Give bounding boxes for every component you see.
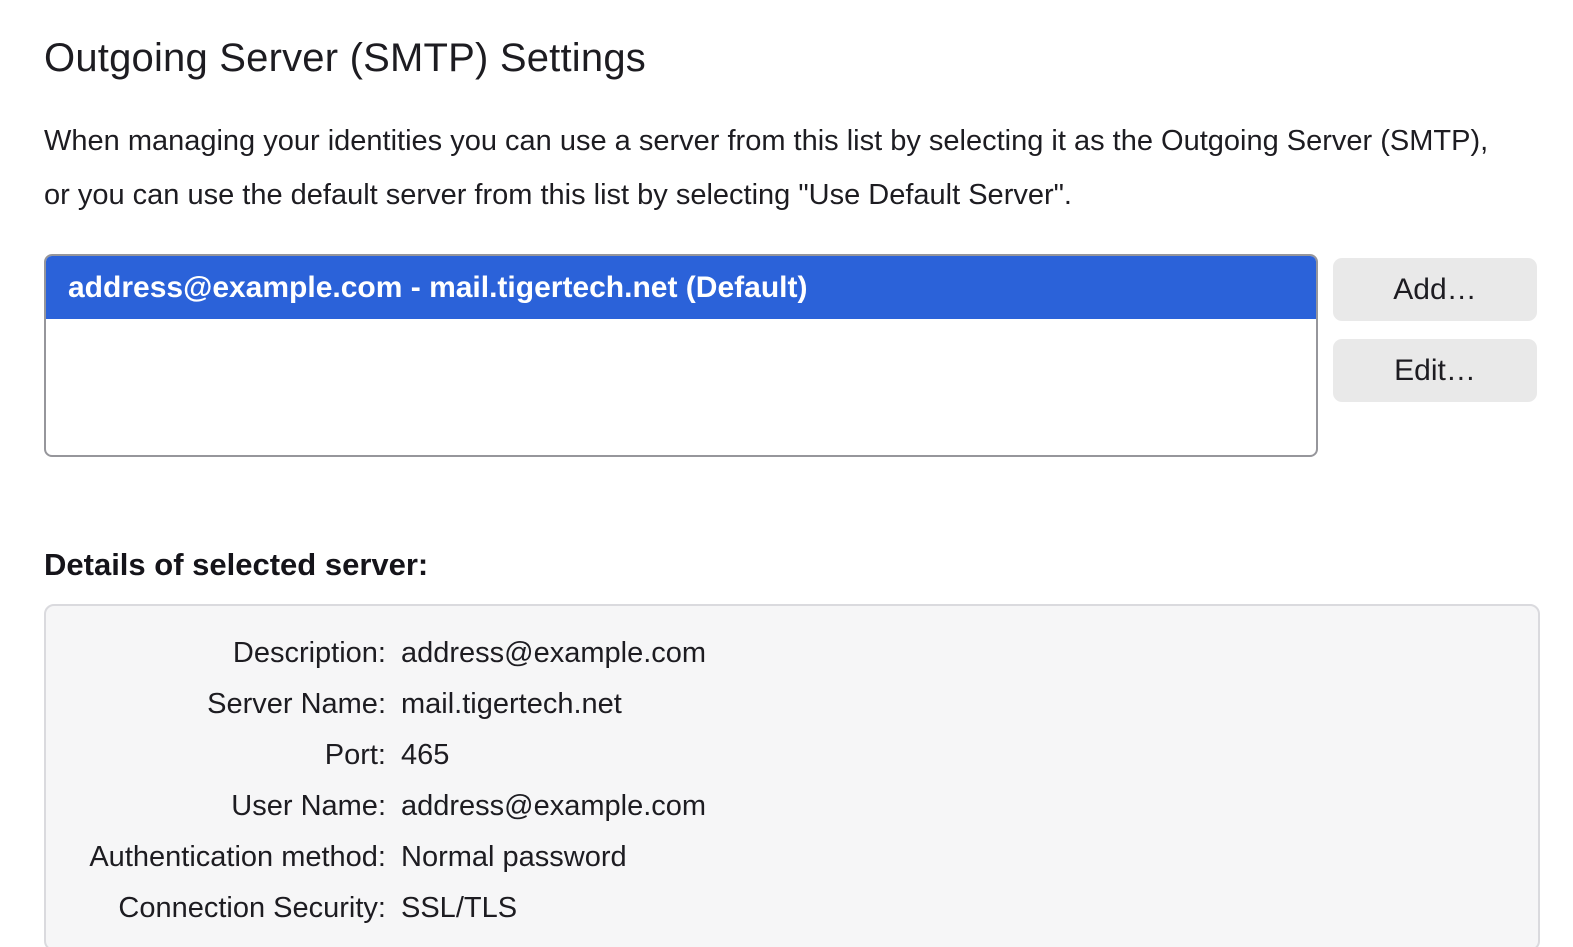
detail-row-server-name: Server Name: mail.tigertech.net bbox=[46, 679, 1538, 730]
add-button[interactable]: Add… bbox=[1333, 258, 1537, 321]
smtp-settings-page: Outgoing Server (SMTP) Settings When man… bbox=[0, 0, 1573, 947]
page-title: Outgoing Server (SMTP) Settings bbox=[44, 36, 1540, 80]
intro-text: When managing your identities you can us… bbox=[44, 114, 1514, 222]
smtp-server-item-selected[interactable]: address@example.com - mail.tigertech.net… bbox=[46, 256, 1316, 319]
detail-value: address@example.com bbox=[401, 790, 706, 823]
detail-value: 465 bbox=[401, 739, 449, 772]
detail-row-port: Port: 465 bbox=[46, 730, 1538, 781]
detail-row-description: Description: address@example.com bbox=[46, 628, 1538, 679]
detail-row-auth-method: Authentication method: Normal password bbox=[46, 832, 1538, 883]
detail-value: Normal password bbox=[401, 841, 627, 874]
detail-value: address@example.com bbox=[401, 637, 706, 670]
detail-row-user-name: User Name: address@example.com bbox=[46, 781, 1538, 832]
detail-label: User Name: bbox=[46, 790, 386, 823]
detail-label: Connection Security: bbox=[46, 892, 386, 925]
smtp-server-listbox[interactable]: address@example.com - mail.tigertech.net… bbox=[44, 254, 1318, 457]
detail-label: Server Name: bbox=[46, 688, 386, 721]
detail-label: Port: bbox=[46, 739, 386, 772]
detail-row-connection-security: Connection Security: SSL/TLS bbox=[46, 883, 1538, 934]
detail-label: Description: bbox=[46, 637, 386, 670]
server-list-row: address@example.com - mail.tigertech.net… bbox=[44, 254, 1540, 457]
details-heading: Details of selected server: bbox=[44, 547, 1540, 583]
edit-button[interactable]: Edit… bbox=[1333, 339, 1537, 402]
detail-value: mail.tigertech.net bbox=[401, 688, 622, 721]
detail-value: SSL/TLS bbox=[401, 892, 517, 925]
server-details-panel: Description: address@example.com Server … bbox=[44, 604, 1540, 947]
server-list-buttons: Add… Edit… bbox=[1333, 258, 1537, 402]
detail-label: Authentication method: bbox=[46, 841, 386, 874]
